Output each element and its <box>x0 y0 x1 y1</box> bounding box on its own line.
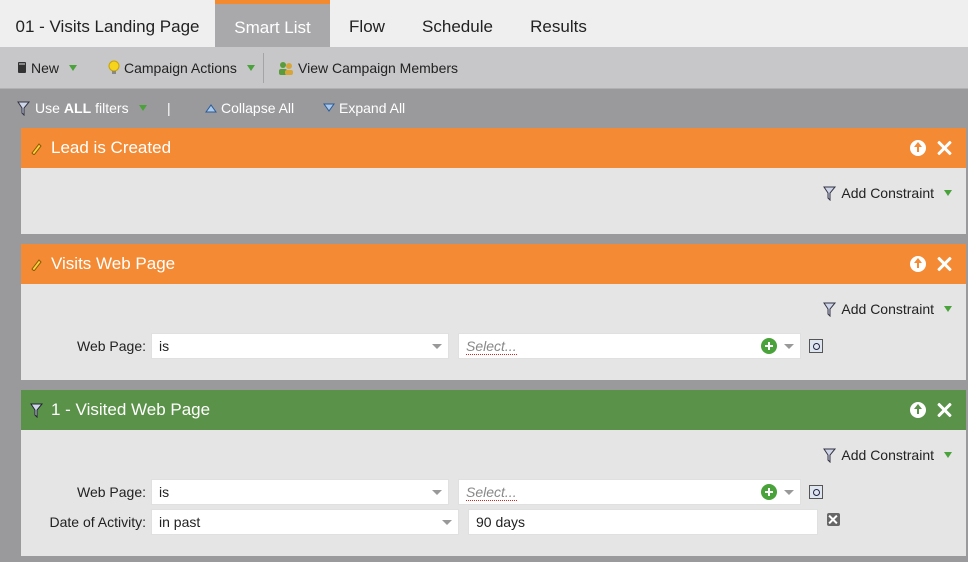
add-value-icon[interactable] <box>761 338 777 354</box>
funnel-icon <box>823 302 837 317</box>
tab-flow[interactable]: Flow <box>330 0 404 47</box>
close-icon[interactable] <box>936 256 952 272</box>
filter-title: Visits Web Page <box>51 254 176 273</box>
filterbar-separator: | <box>167 100 171 116</box>
value-placeholder: Select... <box>466 484 517 501</box>
lightbulb-icon <box>108 60 120 74</box>
campaign-actions-button[interactable]: Campaign Actions <box>108 47 255 88</box>
operator-value: is <box>159 338 170 354</box>
web-page-label: Web Page: <box>76 338 146 354</box>
tab-results[interactable]: Results <box>511 0 606 47</box>
new-document-icon <box>18 62 26 73</box>
add-constraint-button[interactable]: Add Constraint <box>823 445 952 465</box>
tab-schedule[interactable]: Schedule <box>404 0 511 47</box>
web-page-value-select[interactable]: Select... <box>458 479 801 505</box>
new-button[interactable]: New <box>17 47 78 88</box>
add-constraint-button[interactable]: Add Constraint <box>823 183 952 203</box>
move-up-icon[interactable] <box>910 140 926 156</box>
funnel-icon <box>30 403 44 418</box>
dropdown-arrow-icon <box>432 344 442 349</box>
filter-header: Lead is Created <box>21 128 966 168</box>
filter-block-lead-is-created: Lead is Created Add Constraint <box>21 128 966 234</box>
dropdown-arrow-icon <box>442 520 452 525</box>
use-label: Use <box>35 100 60 116</box>
add-constraint-button[interactable]: Add Constraint <box>823 299 952 319</box>
tab-bar: 01 - Visits Landing Page Smart List Flow… <box>0 0 968 47</box>
filter-block-visits-web-page: Visits Web Page Add Constraint Web Page:… <box>21 244 966 380</box>
web-page-operator-select[interactable]: is <box>151 333 449 359</box>
add-constraint-label: Add Constraint <box>841 185 934 201</box>
filter-header: Visits Web Page <box>21 244 966 284</box>
web-page-value-select[interactable]: Select... <box>458 333 801 359</box>
expand-all-label: Expand All <box>339 100 406 116</box>
trigger-bolt-icon <box>31 259 42 271</box>
use-all-filters-dropdown[interactable]: Use ALL filters <box>17 89 147 127</box>
use-all-label: ALL <box>63 100 92 116</box>
chevron-down-icon <box>138 105 147 111</box>
triangle-down-icon <box>323 103 335 112</box>
people-icon <box>279 61 293 75</box>
chevron-down-icon <box>944 190 952 196</box>
value-placeholder: Select... <box>466 338 517 355</box>
dropdown-arrow-icon <box>784 490 794 495</box>
view-campaign-members-button[interactable]: View Campaign Members <box>278 47 458 88</box>
date-of-activity-label: Date of Activity: <box>49 514 146 530</box>
remove-constraint-icon[interactable] <box>827 513 840 526</box>
filter-header: 1 - Visited Web Page <box>21 390 966 430</box>
filter-options-bar: Use ALL filters | Collapse All Expand Al… <box>0 89 968 127</box>
filter-title: 1 - Visited Web Page <box>51 400 211 419</box>
triangle-up-icon <box>205 104 217 113</box>
lookup-icon[interactable] <box>809 485 823 499</box>
dropdown-arrow-icon <box>432 490 442 495</box>
toolbar: New Campaign Actions View Campaign Membe… <box>0 47 968 89</box>
collapse-all-button[interactable]: Collapse All <box>205 89 294 127</box>
expand-all-button[interactable]: Expand All <box>323 89 405 127</box>
operator-value: in past <box>159 514 201 530</box>
filter-title: Lead is Created <box>51 138 172 157</box>
view-campaign-members-label: View Campaign Members <box>298 59 459 76</box>
filters-label: filters <box>95 100 129 116</box>
chevron-down-icon <box>246 64 255 71</box>
lookup-icon[interactable] <box>809 339 823 353</box>
chevron-down-icon <box>944 452 952 458</box>
add-constraint-label: Add Constraint <box>841 301 934 317</box>
dropdown-arrow-icon <box>784 344 794 349</box>
move-up-icon[interactable] <box>910 402 926 418</box>
toolbar-divider <box>263 53 264 83</box>
chevron-down-icon <box>944 306 952 312</box>
date-operator-select[interactable]: in past <box>151 509 459 535</box>
tab-campaign-name[interactable]: 01 - Visits Landing Page <box>0 0 215 47</box>
web-page-operator-select[interactable]: is <box>151 479 449 505</box>
add-value-icon[interactable] <box>761 484 777 500</box>
funnel-icon <box>823 186 837 201</box>
collapse-all-label: Collapse All <box>221 100 295 116</box>
date-value-input[interactable]: 90 days <box>468 509 818 535</box>
funnel-icon <box>823 448 837 463</box>
move-up-icon[interactable] <box>910 256 926 272</box>
trigger-bolt-icon <box>31 143 42 155</box>
web-page-label: Web Page: <box>76 484 146 500</box>
close-icon[interactable] <box>936 140 952 156</box>
campaign-actions-label: Campaign Actions <box>124 59 237 76</box>
funnel-icon <box>17 101 31 116</box>
close-icon[interactable] <box>936 402 952 418</box>
chevron-down-icon <box>69 64 78 71</box>
new-button-label: New <box>31 59 60 76</box>
operator-value: is <box>159 484 170 500</box>
filter-block-visited-web-page: 1 - Visited Web Page Add Constraint Web … <box>21 390 966 556</box>
tab-smart-list[interactable]: Smart List <box>215 0 330 47</box>
add-constraint-label: Add Constraint <box>841 447 934 463</box>
